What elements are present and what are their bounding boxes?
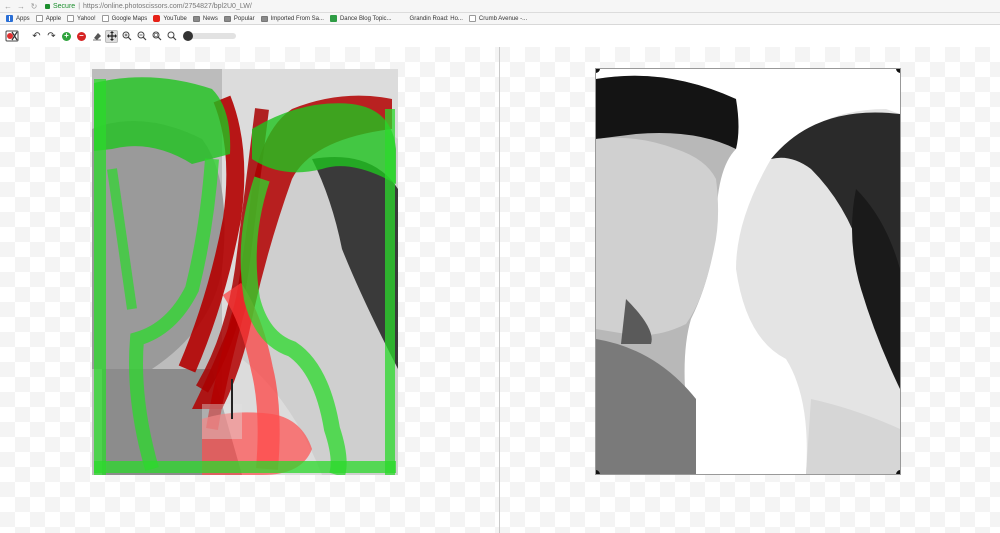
- bookmark-grandin-road[interactable]: Grandin Road: Ho...: [410, 16, 463, 22]
- bookmark-yahoo[interactable]: Yahoo!: [67, 15, 96, 22]
- redo-icon[interactable]: ↷: [45, 30, 58, 43]
- page-icon: [101, 15, 109, 22]
- bookmark-dance-blog[interactable]: Dance Blog Topic...: [329, 15, 392, 22]
- forward-icon[interactable]: →: [16, 1, 26, 11]
- result-image-canvas[interactable]: [595, 68, 901, 475]
- zoom-in-icon[interactable]: [120, 30, 133, 43]
- page-icon: [67, 15, 75, 22]
- bookmark-apple[interactable]: Apple: [35, 15, 62, 22]
- browser-address-bar: ← → ↻ Secure | https://online.photosciss…: [0, 0, 1000, 13]
- pan-icon[interactable]: [105, 29, 118, 43]
- add-foreground-marker-icon[interactable]: +: [60, 30, 73, 43]
- bookmark-label: YouTube: [163, 15, 187, 22]
- folder-icon: [192, 15, 200, 22]
- bookmarks-bar: Apps Apple Yahoo! Google Maps YouTube Ne…: [0, 13, 1000, 25]
- bookmark-label: Popular: [233, 15, 255, 22]
- zoom-actual-icon[interactable]: [165, 30, 178, 43]
- panel-divider[interactable]: [499, 47, 500, 533]
- bookmark-apps[interactable]: Apps: [6, 15, 30, 22]
- editor-workspace: [0, 47, 1000, 533]
- zoom-fit-icon[interactable]: [150, 30, 163, 43]
- undo-icon[interactable]: ↶: [30, 30, 43, 43]
- minus-icon: –: [77, 31, 86, 41]
- brush-size-slider[interactable]: [183, 31, 236, 41]
- secure-indicator[interactable]: Secure: [45, 3, 75, 10]
- eraser-icon[interactable]: [90, 30, 103, 43]
- photoscissors-logo-icon[interactable]: [4, 28, 20, 44]
- crop-handle-bottom-right[interactable]: [896, 470, 900, 474]
- add-background-marker-icon[interactable]: –: [75, 30, 88, 43]
- youtube-icon: [153, 15, 161, 22]
- plus-icon: +: [62, 31, 71, 41]
- bookmark-label: Dance Blog Topic...: [339, 15, 392, 22]
- folder-icon: [223, 15, 231, 22]
- bookmark-youtube[interactable]: YouTube: [153, 15, 187, 22]
- bookmark-label: Imported From Sa...: [270, 15, 324, 22]
- zoom-out-icon[interactable]: [135, 30, 148, 43]
- apps-grid-icon: [6, 15, 13, 22]
- bookmark-label: Apple: [45, 15, 62, 22]
- bookmark-popular[interactable]: Popular: [223, 15, 255, 22]
- bookmark-label: Apps: [16, 15, 30, 22]
- bookmark-label: News: [202, 15, 218, 22]
- back-icon[interactable]: ←: [3, 1, 13, 11]
- page-icon: [35, 15, 43, 22]
- blog-icon: [329, 15, 337, 22]
- source-image-canvas[interactable]: [92, 69, 398, 475]
- bookmark-google-maps[interactable]: Google Maps: [101, 15, 148, 22]
- bookmark-imported[interactable]: Imported From Sa...: [260, 15, 324, 22]
- url-separator: |: [78, 2, 81, 10]
- bookmark-label: Yahoo!: [77, 15, 96, 22]
- bookmark-label: Crumb Avenue -...: [478, 15, 528, 22]
- app-toolbar: ↶ ↷ + –: [0, 25, 1000, 47]
- page-icon: [468, 15, 476, 22]
- url-text[interactable]: https://online.photoscissors.com/2754827…: [83, 3, 252, 10]
- lock-icon: [45, 3, 50, 9]
- brush-size-slider-thumb[interactable]: [183, 31, 193, 41]
- result-photo-drawing: [596, 69, 900, 474]
- secure-label: Secure: [53, 2, 76, 10]
- bookmark-news[interactable]: News: [192, 15, 218, 22]
- bookmark-label: Google Maps: [111, 15, 148, 22]
- source-photo-drawing: [92, 69, 398, 475]
- reload-icon[interactable]: ↻: [29, 1, 39, 11]
- folder-icon: [260, 15, 268, 22]
- bookmark-label: Grandin Road: Ho...: [409, 15, 463, 22]
- bookmark-crumb-avenue[interactable]: Crumb Avenue -...: [468, 15, 528, 22]
